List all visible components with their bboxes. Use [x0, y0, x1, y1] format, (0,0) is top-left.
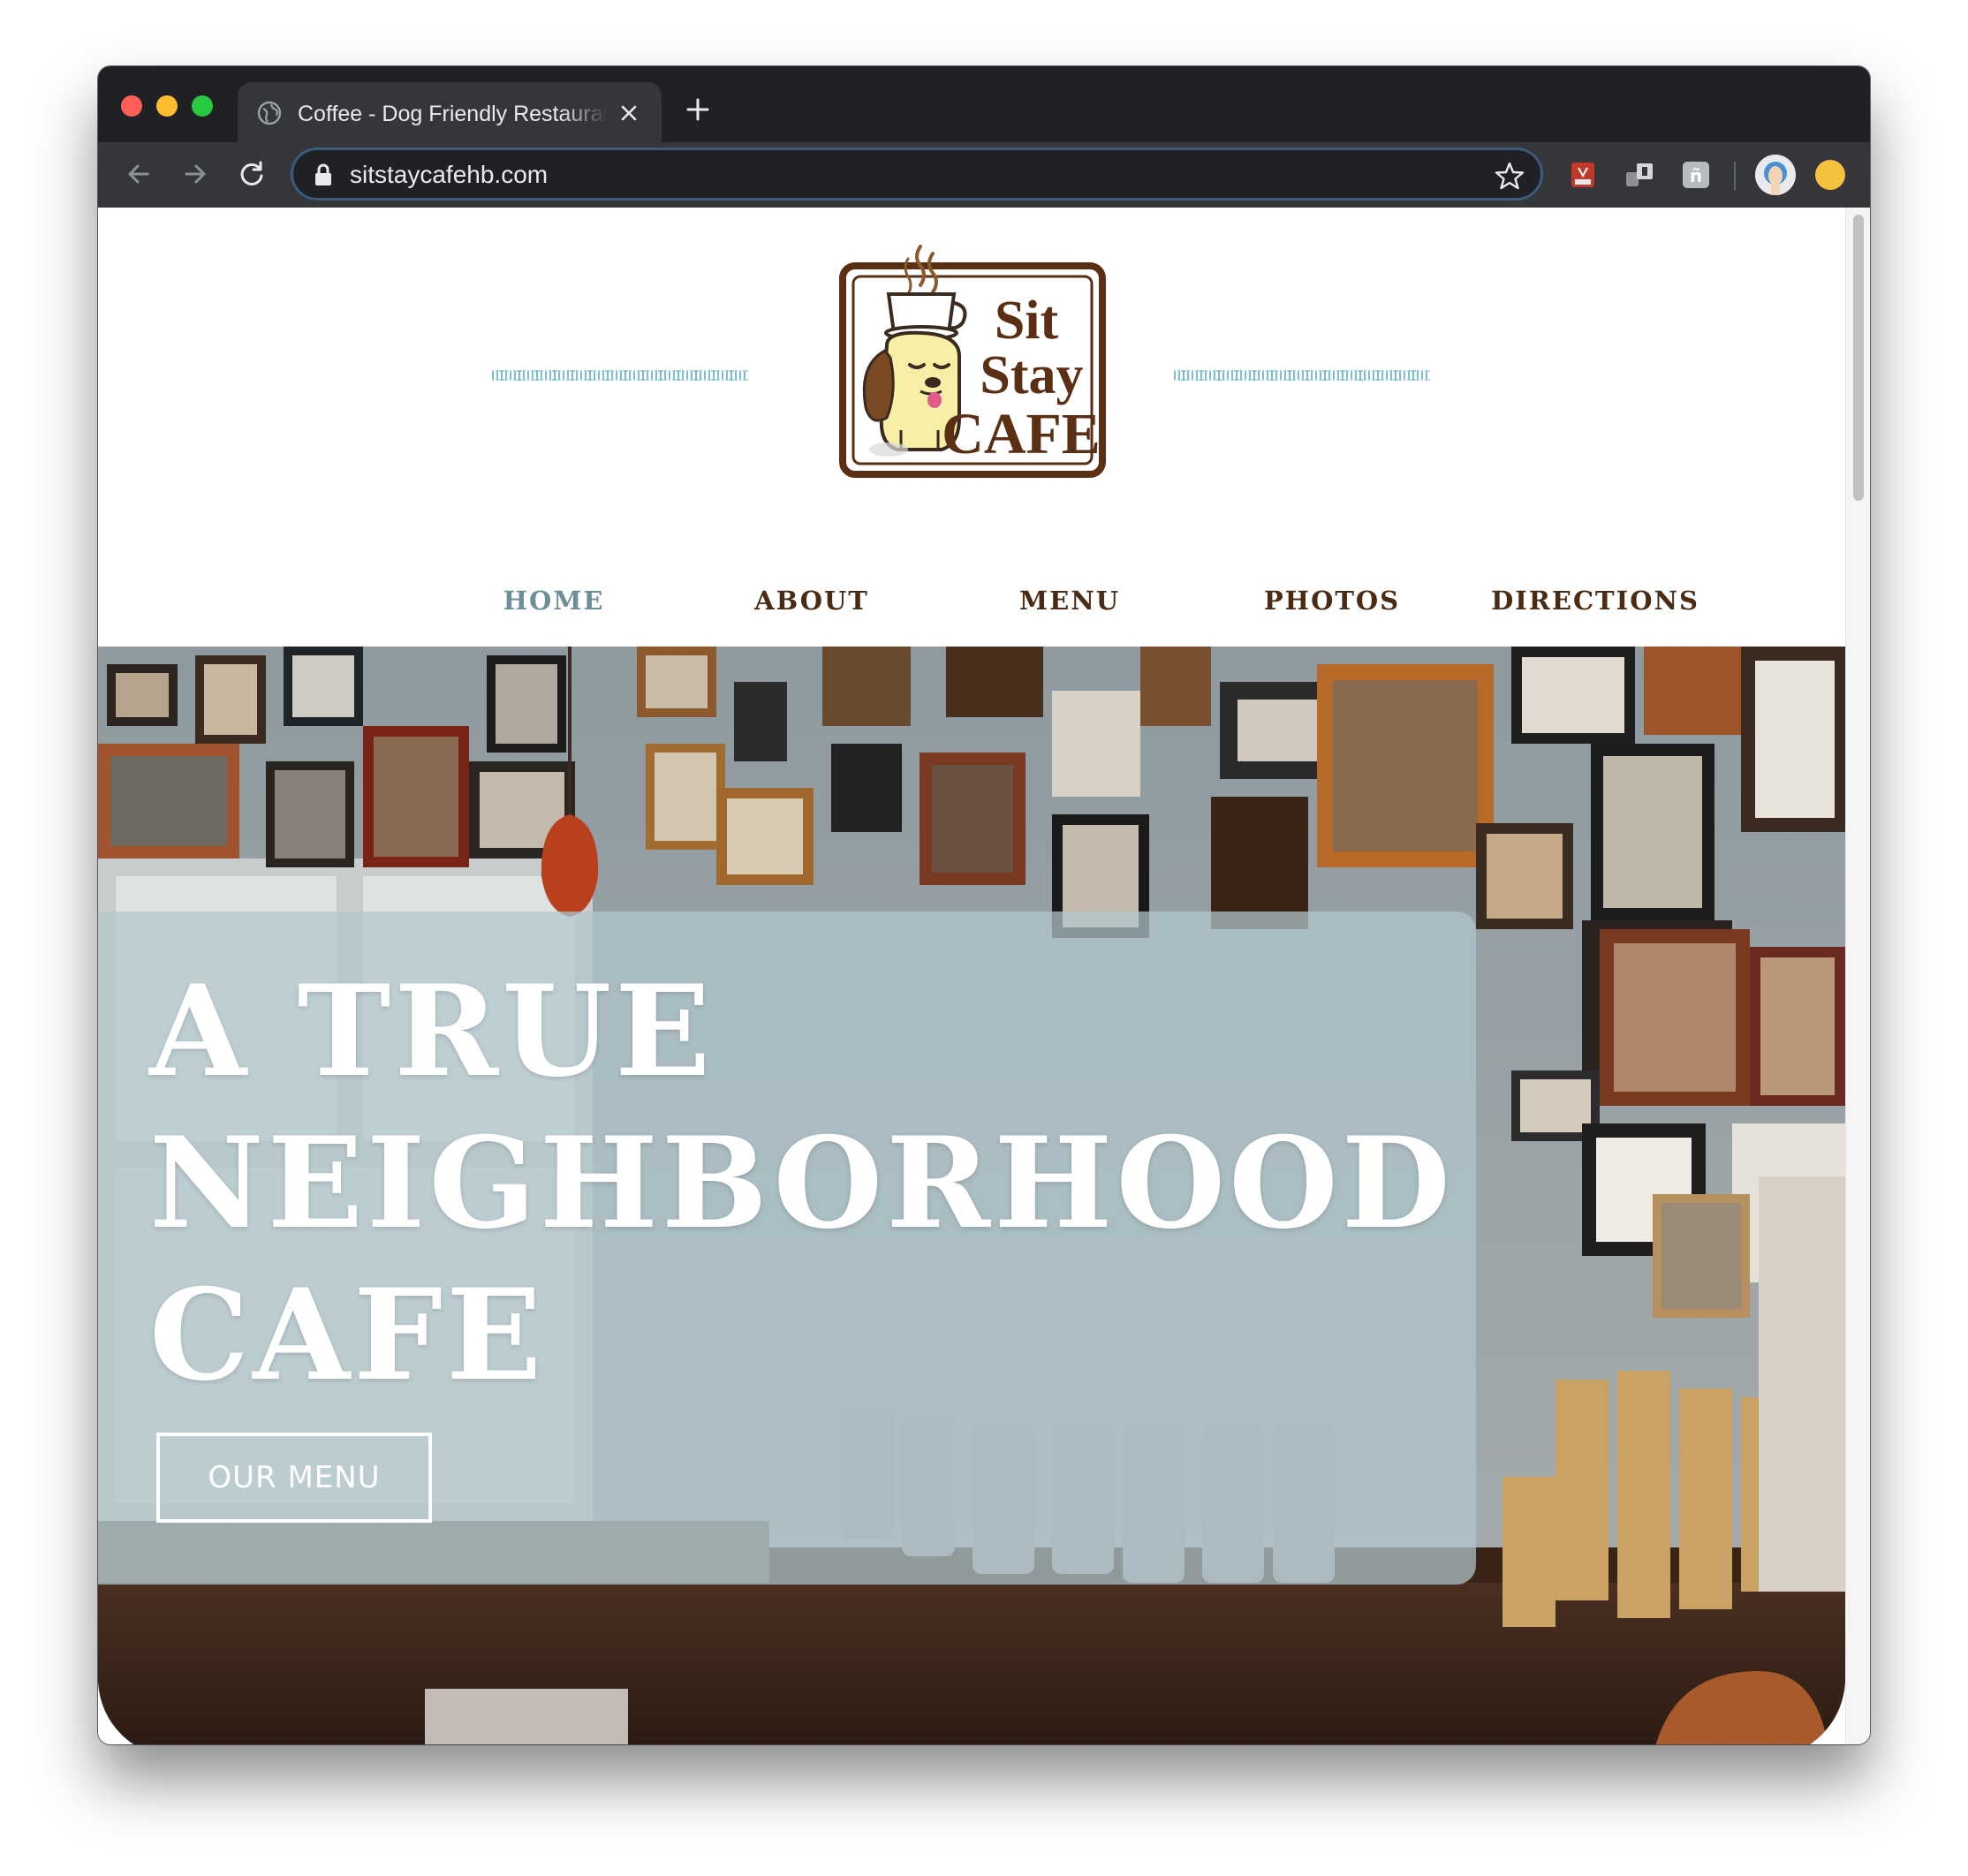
hero-section: A TRUE NEIGHBORHOOD CAFE OUR MENU [98, 647, 1845, 1744]
coin-extension-icon[interactable] [1815, 160, 1845, 190]
plus-icon[interactable] [685, 96, 711, 123]
screenshot-stage: Coffee - Dog Friendly Restaurant sitstay… [0, 0, 1968, 1876]
browser-toolbar: sitstaycafehb.com ñ [98, 142, 1870, 208]
logo-text-stay: Stay [980, 345, 1083, 405]
puzzle-extension-icon[interactable] [1624, 160, 1654, 190]
browser-titlebar: Coffee - Dog Friendly Restaurant [98, 66, 1870, 142]
tab-title: Coffee - Dog Friendly Restaurant [298, 102, 607, 126]
hero-text-panel: A TRUE NEIGHBORHOOD CAFE OUR MENU [98, 912, 1476, 1585]
maximize-window-button[interactable] [192, 95, 213, 117]
globe-icon [257, 101, 282, 125]
site-navigation: HOME ABOUT MENU PHOTOS DIRECTIONS [98, 579, 1845, 623]
address-bar[interactable]: sitstaycafehb.com [291, 148, 1543, 200]
our-menu-button[interactable]: OUR MENU [156, 1433, 432, 1523]
lock-icon[interactable] [313, 163, 334, 186]
page-scrollbar[interactable] [1845, 208, 1870, 1744]
browser-window: Coffee - Dog Friendly Restaurant sitstay… [98, 66, 1870, 1744]
nav-photos[interactable]: PHOTOS [1230, 579, 1434, 623]
page-viewport: Sit Stay CAFE HOME ABOUT MENU PHOTOS DIR… [98, 208, 1870, 1744]
sit-stay-cafe-logo[interactable]: Sit Stay CAFE [836, 241, 1111, 480]
logo-text-sit: Sit [995, 291, 1059, 351]
url-text[interactable]: sitstaycafehb.com [350, 159, 548, 191]
logo-text-cafe: CAFE [942, 402, 1101, 466]
decorative-line-left [492, 370, 748, 381]
arrow-right-icon[interactable] [179, 158, 211, 190]
minimize-window-button[interactable] [156, 95, 178, 117]
svg-text:ñ: ñ [1690, 165, 1702, 186]
decorative-line-right [1174, 370, 1430, 381]
close-window-button[interactable] [121, 95, 142, 117]
nav-directions[interactable]: DIRECTIONS [1476, 579, 1714, 623]
hero-heading: A TRUE NEIGHBORHOOD CAFE [149, 958, 1454, 1409]
hoverzoom-extension-icon[interactable]: ñ [1681, 160, 1711, 190]
pdf-extension-icon[interactable] [1568, 160, 1598, 190]
nav-home[interactable]: HOME [457, 579, 651, 623]
nav-about[interactable]: ABOUT [715, 579, 909, 623]
toolbar-divider [1734, 162, 1736, 190]
browser-tab-active[interactable]: Coffee - Dog Friendly Restaurant [238, 82, 662, 142]
arrow-left-icon[interactable] [123, 158, 155, 190]
profile-avatar-icon[interactable] [1755, 155, 1796, 195]
nav-menu[interactable]: MENU [973, 579, 1167, 623]
close-icon[interactable] [617, 102, 640, 125]
reload-icon[interactable] [236, 158, 268, 190]
star-icon[interactable] [1495, 161, 1525, 191]
scrollbar-thumb[interactable] [1853, 215, 1864, 501]
